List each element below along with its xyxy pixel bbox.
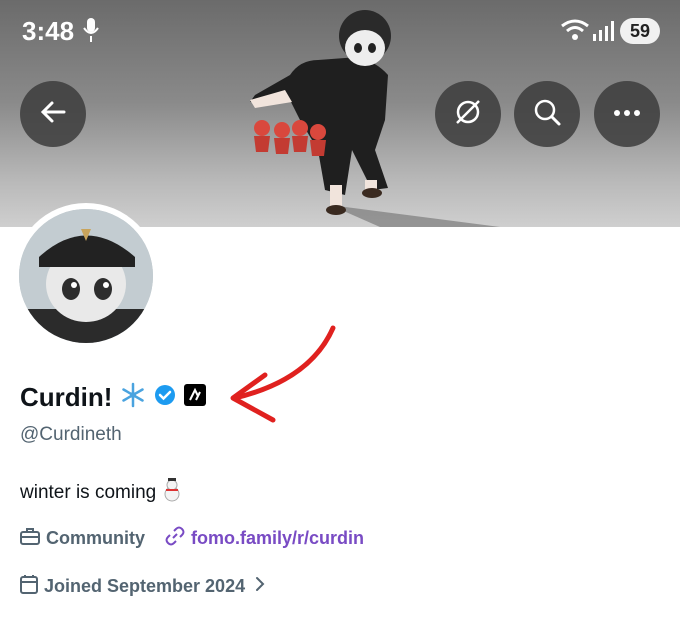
website-link[interactable]: fomo.family/r/curdin <box>191 528 364 549</box>
affiliate-badge-icon[interactable] <box>184 384 207 411</box>
profile-avatar[interactable] <box>13 203 159 349</box>
bio-text: winter is coming <box>20 482 157 503</box>
calendar-icon <box>20 574 38 599</box>
snowflake-icon <box>120 382 146 413</box>
signal-icon <box>592 20 616 47</box>
back-button[interactable] <box>20 81 86 147</box>
profile-category[interactable]: Community <box>46 528 145 549</box>
search-icon <box>532 97 562 132</box>
more-options-button[interactable] <box>594 81 660 147</box>
more-icon <box>612 105 642 123</box>
status-bar: 3:48 59 <box>0 0 680 60</box>
joined-row[interactable]: Joined September 2024 <box>20 574 265 599</box>
unsubscribe-button[interactable] <box>435 81 501 147</box>
back-arrow-icon <box>40 99 66 130</box>
avatar-image <box>19 209 153 343</box>
unsubscribe-icon <box>453 97 483 132</box>
joined-date: Joined September 2024 <box>44 576 246 596</box>
wifi-icon <box>560 18 590 47</box>
link-icon <box>165 526 185 551</box>
profile-banner[interactable]: 3:48 59 <box>0 0 680 227</box>
profile-meta-row: Community fomo.family/r/curdin <box>20 526 364 551</box>
briefcase-icon <box>20 527 40 550</box>
status-time: 3:48 <box>22 16 75 46</box>
mic-icon <box>82 16 100 49</box>
display-name: Curdin! <box>20 382 113 412</box>
battery-indicator: 59 <box>620 18 660 44</box>
chevron-right-icon <box>255 576 265 597</box>
search-button[interactable] <box>514 81 580 147</box>
profile-bio: winter is coming <box>20 478 182 508</box>
snowman-icon <box>162 478 182 508</box>
annotation-arrow <box>230 325 336 423</box>
display-name-row: Curdin! <box>20 382 207 413</box>
profile-handle: @Curdineth <box>20 424 122 445</box>
verified-badge-icon[interactable] <box>154 384 176 411</box>
